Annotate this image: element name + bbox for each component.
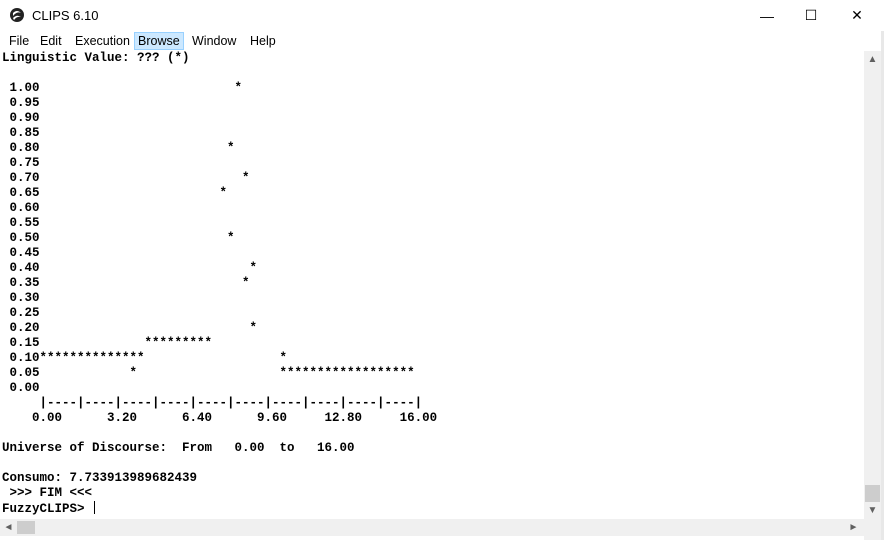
console-line: 0.95	[2, 96, 40, 110]
title-bar: CLIPS 6.10 — ☐ ✕	[0, 0, 884, 31]
console-line: >>> FIM <<<	[2, 486, 93, 500]
menu-bar: File Edit Execution Browse Window Help	[0, 31, 884, 51]
minimize-button[interactable]: —	[744, 0, 790, 31]
console-line: 0.05 * ******************	[2, 366, 415, 380]
console-line: 0.25	[2, 306, 40, 320]
prompt-text: FuzzyCLIPS>	[2, 502, 93, 516]
console-line: 0.00 3.20 6.40 9.60 12.80 16.00	[2, 411, 438, 425]
console-line: 0.50 *	[2, 231, 235, 245]
menu-execution[interactable]: Execution	[72, 32, 133, 50]
console-output[interactable]: Linguistic Value: ??? (*) 1.00 * 0.95 0.…	[0, 51, 864, 519]
console-line: Consumo: 7.733913989682439	[2, 471, 198, 485]
scroll-left-icon[interactable]: ◄	[0, 519, 17, 536]
scroll-right-icon[interactable]: ►	[845, 519, 862, 536]
console-line: 0.45	[2, 246, 40, 260]
console-line: 0.15 *********	[2, 336, 213, 350]
maximize-button[interactable]: ☐	[788, 0, 834, 31]
console-line: 0.20 *	[2, 321, 258, 335]
console-line: 0.10************** *	[2, 351, 288, 365]
vertical-scrollbar[interactable]: ▲ ▼	[864, 51, 881, 519]
console-line: 0.90	[2, 111, 40, 125]
console-line: Linguistic Value: ??? (*)	[2, 51, 190, 65]
menu-browse[interactable]: Browse	[134, 32, 184, 50]
vertical-scroll-thumb[interactable]	[865, 485, 880, 502]
console-line: 0.80 *	[2, 141, 235, 155]
console-prompt[interactable]: FuzzyCLIPS>	[2, 501, 96, 516]
scroll-down-icon[interactable]: ▼	[864, 502, 881, 519]
menu-window[interactable]: Window	[189, 32, 239, 50]
clips-app-icon	[10, 8, 24, 22]
console-line: 0.40 *	[2, 261, 258, 275]
console-line: 0.35 *	[2, 276, 250, 290]
scroll-up-icon[interactable]: ▲	[864, 51, 881, 68]
console-line: 0.70 *	[2, 171, 250, 185]
console-line: 0.85	[2, 126, 40, 140]
menu-edit[interactable]: Edit	[37, 32, 65, 50]
console-line: 0.65 *	[2, 186, 228, 200]
horizontal-scrollbar[interactable]: ◄ ►	[0, 519, 864, 536]
window-title: CLIPS 6.10	[32, 8, 99, 23]
menu-file[interactable]: File	[6, 32, 32, 50]
console-line: 0.60	[2, 201, 40, 215]
console-line: |----|----|----|----|----|----|----|----…	[2, 396, 423, 410]
console-line: 1.00 *	[2, 81, 243, 95]
console-line: 0.55	[2, 216, 40, 230]
console-line: 0.75	[2, 156, 40, 170]
close-button[interactable]: ✕	[834, 0, 880, 31]
console-line: Universe of Discourse: From 0.00 to 16.0…	[2, 441, 355, 455]
console-line: 0.00	[2, 381, 40, 395]
console-line: 0.30	[2, 291, 40, 305]
menu-help[interactable]: Help	[247, 32, 279, 50]
text-caret	[94, 501, 96, 514]
horizontal-scroll-thumb[interactable]	[17, 521, 35, 534]
